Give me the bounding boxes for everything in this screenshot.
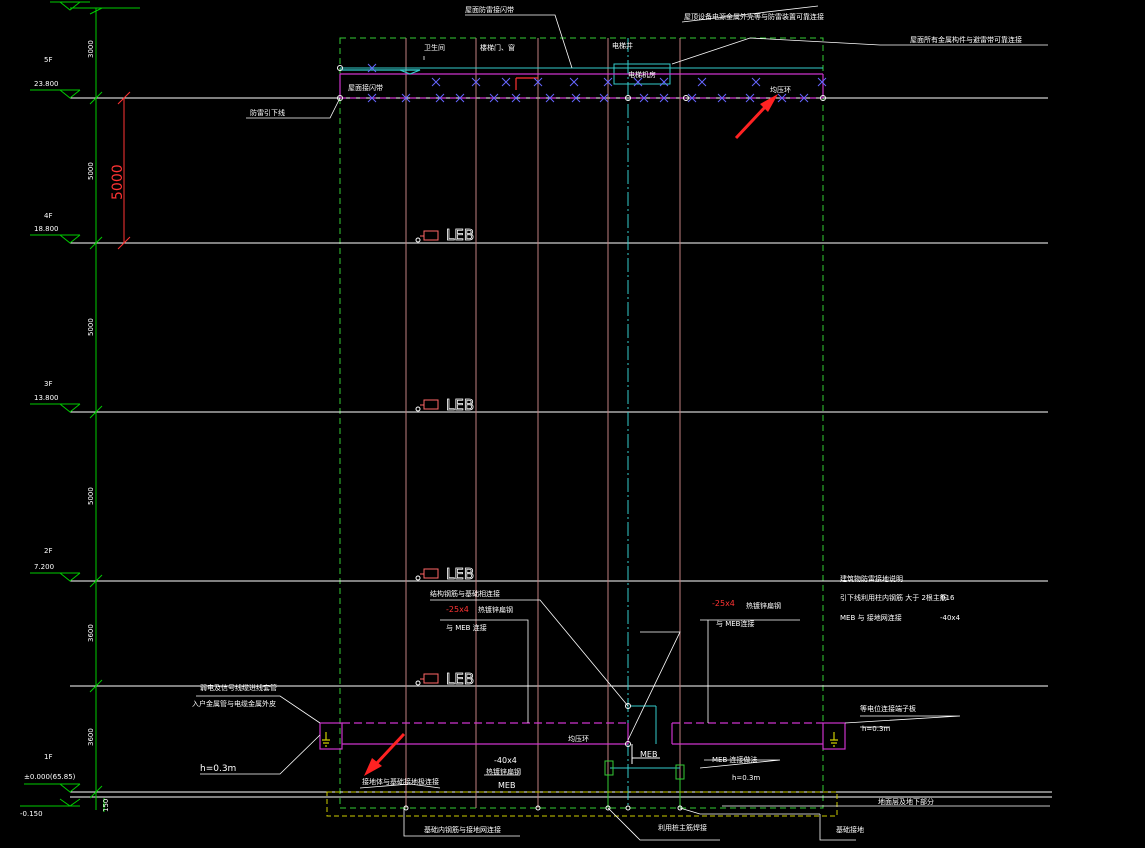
label-equal-ring: 均压环 <box>568 734 589 743</box>
level-2f-elev: 7.200 <box>34 563 54 571</box>
label-conn-right-1: 热镀锌扁钢 <box>746 601 781 610</box>
label-roof-metal: 屋面所有金属构件与避雷带可靠连接 <box>910 35 1022 44</box>
label-meb-note: MEB 连接做法 <box>712 755 758 764</box>
label-ground-to-foundation: 接地体与基础接地极连接 <box>362 777 439 786</box>
level-3f-elev: 13.800 <box>34 394 59 402</box>
label-roof-equipment: 屋顶设备电源金属外壳等与防雷装置可靠连接 <box>684 12 824 21</box>
dim-2-1a: 3600 <box>87 624 95 642</box>
leb-labels: LEB LEB LEB LEB <box>446 226 475 689</box>
level-2f-name: 2F <box>44 547 52 555</box>
label-h-right: h=0.3m <box>862 725 890 733</box>
left-dimension-chain <box>70 7 140 812</box>
label-ext-comm: 弱电及信号线缆进线套管 <box>200 683 277 692</box>
label-main-steel-note: 热镀锌扁钢 <box>486 767 521 776</box>
dim-4-3: 5000 <box>87 318 95 336</box>
foundation <box>326 791 838 817</box>
leader-lines <box>196 5 1050 841</box>
level-4f-name: 4F <box>44 212 52 220</box>
cad-drawing: 5F 23.800 4F 18.800 3F 13.800 2F 7.200 1… <box>20 1 1052 841</box>
label-flat-steel-left: -25x4 <box>446 605 469 614</box>
dim-3-2: 5000 <box>87 487 95 505</box>
label-roof-belt-top: 屋面防雷接闪带 <box>465 5 514 14</box>
label-entrance-pipe: 入户金属管与电缆金属外皮 <box>192 699 276 708</box>
label-cable-note: 建筑物防雷接地说明 <box>840 574 903 583</box>
cyan-riser <box>340 38 823 808</box>
label-roof-belt: 屋面接闪带 <box>348 83 383 92</box>
label-conn-left-2: 与 MEB 连接 <box>446 623 487 632</box>
label-flat-steel-right: -25x4 <box>712 599 735 608</box>
dim-2-1b: 3600 <box>87 728 95 746</box>
level-labels: 5F 23.800 4F 18.800 3F 13.800 2F 7.200 1… <box>20 56 76 818</box>
level-lines <box>70 97 1052 798</box>
label-structural-rebar: 结构钢筋与基础相连接 <box>430 589 500 598</box>
label-conn-left-1: 热镀锌扁钢 <box>478 605 513 614</box>
columns <box>405 38 681 808</box>
label-equalizing-ring: 均压环 <box>770 85 791 94</box>
building-outline <box>339 37 824 809</box>
dim-5-4: 5000 <box>87 162 95 180</box>
level-markers <box>20 1 90 807</box>
label-stair-door: 楼梯门、窗 <box>480 43 515 52</box>
leb-label-1f: LEB <box>446 670 474 688</box>
label-hygiene: 卫生间 <box>424 43 445 52</box>
highlight-dim-value: 5000 <box>110 164 126 200</box>
leb-boxes <box>415 230 439 686</box>
leb-label-4f: LEB <box>446 226 474 244</box>
label-ground-level: 地面层及地下部分 <box>878 797 934 806</box>
label-spec-1: 引下线利用柱内钢筋 大于 2根主筋 <box>840 593 947 602</box>
label-spec-2: MEB 与 接地网连接 <box>840 613 902 622</box>
label-test-box: 等电位连接端子板 <box>860 704 916 713</box>
annotations: 屋面防雷接闪带 屋顶设备电源金属外壳等与防雷装置可靠连接 屋面所有金属构件与避雷… <box>192 5 1022 834</box>
label-down-conductor: 防雷引下线 <box>250 108 285 117</box>
label-meb-bottom: MEB <box>498 781 515 790</box>
level-3f-name: 3F <box>44 380 52 388</box>
label-conn-right-2: 与 MEB连接 <box>716 619 755 628</box>
label-elevator-hoist: 电梯井 <box>612 41 633 50</box>
level-5f-name: 5F <box>44 56 52 64</box>
label-main-steel: -40x4 <box>494 756 517 765</box>
label-h-center: h=0.3m <box>732 774 760 782</box>
label-spec-2-val: -40x4 <box>940 614 961 622</box>
label-foundation-note: 基础内钢筋与接地网连接 <box>424 825 501 834</box>
dimension-values: 3000 5000 5000 5000 3600 3600 150 <box>87 40 110 812</box>
label-spec-1-val: Φ16 <box>940 594 955 602</box>
level-1f-name: 1F <box>44 753 52 761</box>
level-1f-elev: ±0.000(65.85) <box>24 773 76 781</box>
level-ground-elev: -0.150 <box>20 810 43 818</box>
meb-label: MEB <box>640 750 657 759</box>
leb-label-2f: LEB <box>446 565 474 583</box>
label-elevator-machine: 电梯机房 <box>628 70 656 79</box>
level-5f-elev: 23.800 <box>34 80 59 88</box>
label-main-ground: 利用桩主筋焊接 <box>658 823 707 832</box>
roof-lightning-belt <box>339 69 824 99</box>
roof-x-markers <box>367 63 827 103</box>
level-4f-elev: 18.800 <box>34 225 59 233</box>
label-h-left: h=0.3m <box>200 764 236 774</box>
highlight-dimension: 5000 <box>110 91 131 250</box>
dim-base: 150 <box>102 799 110 812</box>
dim-top: 3000 <box>87 40 95 58</box>
leb-label-3f: LEB <box>446 396 474 414</box>
label-foundation-grid: 基础接地 <box>836 825 864 834</box>
